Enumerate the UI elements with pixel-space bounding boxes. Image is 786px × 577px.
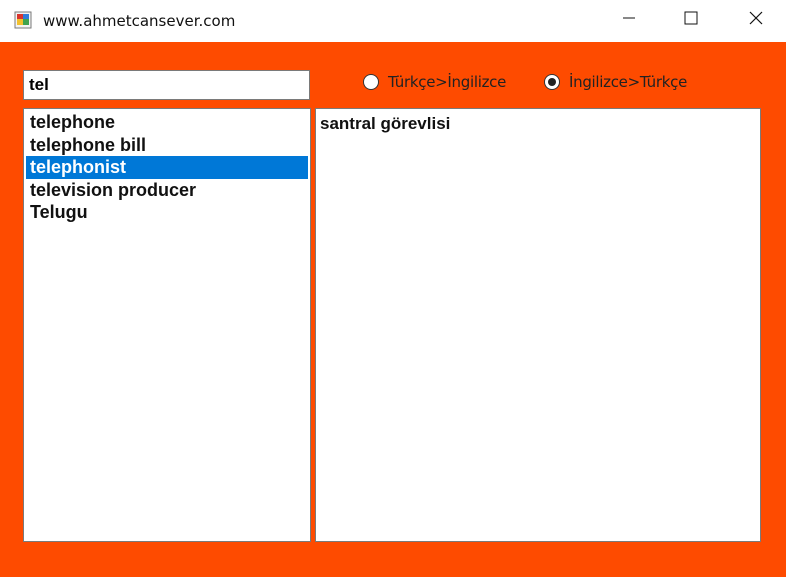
- radio-turkish-to-english[interactable]: Türkçe>İngilizce: [363, 73, 506, 91]
- translation-panel[interactable]: santral görevlisi: [315, 108, 761, 542]
- radio-label: Türkçe>İngilizce: [388, 73, 507, 91]
- app-window: www.ahmetcansever.com Türkçe>İngilizce İ…: [0, 0, 786, 577]
- minimize-button[interactable]: [606, 0, 652, 40]
- maximize-button[interactable]: [668, 0, 714, 40]
- minimize-icon: [621, 10, 637, 31]
- radio-circle-checked: [544, 74, 560, 90]
- maximize-icon: [683, 10, 699, 31]
- list-item[interactable]: television producer: [26, 179, 308, 202]
- window-title: www.ahmetcansever.com: [43, 12, 236, 30]
- radio-english-to-turkish[interactable]: İngilizce>Türkçe: [544, 73, 687, 91]
- list-item[interactable]: Telugu: [26, 201, 308, 224]
- radio-dot-icon: [548, 78, 556, 86]
- app-icon: [14, 11, 32, 29]
- title-bar[interactable]: www.ahmetcansever.com: [0, 0, 786, 42]
- search-input[interactable]: [23, 70, 310, 100]
- close-button[interactable]: [733, 0, 779, 40]
- translation-text: santral görevlisi: [320, 114, 451, 133]
- list-item-selected[interactable]: telephonist: [26, 156, 308, 179]
- results-listbox[interactable]: telephone telephone bill telephonist tel…: [23, 108, 311, 542]
- radio-label: İngilizce>Türkçe: [569, 73, 688, 91]
- radio-circle: [363, 74, 379, 90]
- list-item[interactable]: telephone: [26, 111, 308, 134]
- close-icon: [748, 10, 764, 31]
- list-item[interactable]: telephone bill: [26, 134, 308, 157]
